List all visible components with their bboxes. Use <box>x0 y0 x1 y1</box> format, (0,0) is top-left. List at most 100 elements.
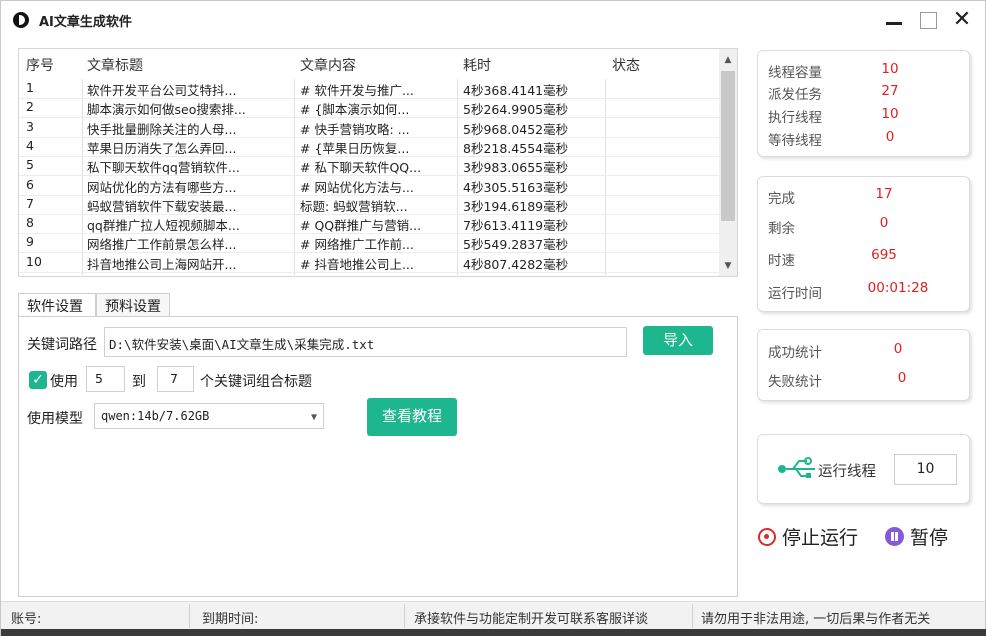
cell-time: 5秒968.0452毫秒 <box>463 121 569 137</box>
table-row[interactable]: 2 脚本演示如何做seo搜索排... # {脚本演示如何... 5秒264.9905毫… <box>19 98 719 119</box>
tab-software-settings[interactable]: 软件设置 <box>18 293 96 317</box>
cell-time: 5秒264.9905毫秒 <box>463 102 569 118</box>
cell-content: # 私下聊天软件QQ... <box>300 160 422 176</box>
progress-stats-card: 完成 17 剩余 0 时速 695 运行时间 00:01:28 <box>757 176 970 312</box>
cell-content: # 抖音地推公司上... <box>300 256 414 272</box>
wait-label: 等待线程 <box>768 133 822 149</box>
combo-title-label: 个关键词组合标题 <box>200 374 312 390</box>
header-time[interactable]: 耗时 <box>463 55 491 75</box>
taskbar-strip <box>1 629 986 636</box>
pause-button[interactable]: 暂停 <box>885 523 948 550</box>
dispatch-label: 派发任务 <box>768 87 822 103</box>
scroll-up-icon[interactable]: ▲ <box>723 55 733 65</box>
close-button[interactable]: ✕ <box>949 7 975 33</box>
header-content[interactable]: 文章内容 <box>300 55 356 75</box>
cell-no: 10 <box>26 253 42 269</box>
cell-title: 私下聊天软件qq营销软件... <box>87 160 240 176</box>
table-row[interactable]: 6 网站优化的方法有哪些方... # 网站优化方法与... 4秒305.5163毫秒 <box>19 176 719 196</box>
app-logo-icon <box>13 12 29 28</box>
cell-content: # {苹果日历恢复... <box>300 140 410 156</box>
tab-prompt-settings[interactable]: 预料设置 <box>96 293 170 317</box>
done-value: 17 <box>875 186 893 202</box>
cell-content: 标题: 蚂蚁营销软... <box>300 198 408 214</box>
exec-label: 执行线程 <box>768 110 822 126</box>
cell-title: 网络推广工作前景怎么样... <box>87 237 237 253</box>
import-button[interactable]: 导入 <box>643 326 713 355</box>
done-label: 完成 <box>768 191 795 207</box>
max-keyword-input[interactable]: 7 <box>157 366 194 392</box>
view-tutorial-button[interactable]: 查看教程 <box>367 398 457 436</box>
cell-time: 8秒218.4554毫秒 <box>463 140 569 156</box>
custom-dev-notice: 承接软件与功能定制开发可联系客服详谈 <box>414 612 649 627</box>
success-value: 0 <box>893 341 903 357</box>
stop-button[interactable]: 停止运行 <box>758 523 858 550</box>
fail-label: 失败统计 <box>768 374 822 390</box>
cell-content: # 快手营销攻略: ... <box>300 121 410 137</box>
header-title[interactable]: 文章标题 <box>87 55 143 75</box>
cell-content: # QQ群推广与营销... <box>300 218 422 234</box>
table-row[interactable]: 9 网络推广工作前景怎么样... # 网络推广工作前... 5秒549.2837毫秒 <box>19 233 719 254</box>
status-bar: 账号: 到期时间: 承接软件与功能定制开发可联系客服详谈 请勿用于非法用途, 一… <box>1 601 985 629</box>
app-window: AI文章生成软件 ✕ 序号 文章标题 文章内容 耗时 状态 1 软件开发平台公司艾… <box>0 0 986 636</box>
run-threads-label: 运行线程 <box>818 464 876 480</box>
exec-value: 10 <box>881 106 899 122</box>
table-header: 序号 文章标题 文章内容 耗时 状态 <box>19 49 719 79</box>
results-table: 序号 文章标题 文章内容 耗时 状态 1 软件开发平台公司艾特抖... # 软件开发… <box>18 48 738 277</box>
cell-title: qq群推广拉人短视频脚本... <box>87 218 240 234</box>
cell-content: # 网站优化方法与... <box>300 179 414 195</box>
table-row[interactable]: 10 抖音地推公司上海网站开... # 抖音地推公司上... 4秒807.4282毫秒 <box>19 253 719 273</box>
header-status[interactable]: 状态 <box>612 55 640 75</box>
table-row[interactable]: 1 软件开发平台公司艾特抖... # 软件开发与推广... 4秒368.4141毫秒 <box>19 79 719 99</box>
table-row[interactable]: 4 苹果日历消失了怎么弄回... # {苹果日历恢复... 8秒218.4554毫秒 <box>19 137 719 157</box>
scroll-down-icon[interactable]: ▼ <box>723 261 733 271</box>
status-divider <box>692 604 693 628</box>
cell-time: 5秒549.2837毫秒 <box>463 237 569 253</box>
window-title: AI文章生成软件 <box>39 15 132 30</box>
status-divider <box>189 604 190 628</box>
chevron-down-icon: ▼ <box>310 412 317 423</box>
model-select[interactable]: qwen:14b/7.62GB ▼ <box>94 403 324 429</box>
cell-time: 4秒368.4141毫秒 <box>463 83 569 98</box>
cell-title: 快手批量删除关注的人母... <box>87 121 237 137</box>
maximize-button[interactable] <box>915 7 941 33</box>
cell-no: 9 <box>26 234 34 250</box>
stop-icon <box>758 528 776 546</box>
dispatch-value: 27 <box>881 83 899 99</box>
capacity-value: 10 <box>881 61 899 77</box>
remain-label: 剩余 <box>768 221 795 237</box>
cell-no: 8 <box>26 215 34 231</box>
capacity-label: 线程容量 <box>768 65 822 81</box>
keyword-path-input[interactable]: D:\软件安装\桌面\AI文章生成\采集完成.txt <box>104 327 627 357</box>
table-scrollbar[interactable]: ▲ ▼ <box>719 49 737 276</box>
cell-title: 抖音地推公司上海网站开... <box>87 256 237 272</box>
cell-no: 5 <box>26 157 34 173</box>
use-label: 使用 <box>50 374 78 390</box>
thread-stats-card: 线程容量 10 派发任务 27 执行线程 10 等待线程 0 <box>757 50 970 157</box>
header-no[interactable]: 序号 <box>26 55 54 75</box>
table-row[interactable]: 3 快手批量删除关注的人母... # 快手营销攻略: ... 5秒968.0452毫秒 <box>19 118 719 138</box>
stop-button-label: 停止运行 <box>782 527 859 549</box>
cell-no: 7 <box>26 195 34 211</box>
min-keyword-input[interactable]: 5 <box>86 366 125 392</box>
success-label: 成功统计 <box>768 345 822 361</box>
scroll-thumb[interactable] <box>721 71 735 221</box>
speed-value: 695 <box>871 247 897 263</box>
keyword-path-label: 关键词路径 <box>27 337 97 353</box>
table-row[interactable]: 7 蚂蚁营销软件下载安装最... 标题: 蚂蚁营销软... 3秒194.6189毫秒 <box>19 195 719 215</box>
cell-title: 软件开发平台公司艾特抖... <box>87 83 237 98</box>
use-combo-checkbox[interactable]: ✓ <box>29 371 47 389</box>
minimize-button[interactable] <box>881 7 907 33</box>
cell-content: # {脚本演示如何... <box>300 102 410 118</box>
cell-title: 脚本演示如何做seo搜索排... <box>87 102 246 118</box>
cell-time: 3秒983.0655毫秒 <box>463 160 569 176</box>
cell-no: 3 <box>26 118 34 134</box>
run-threads-input[interactable]: 10 <box>894 454 957 485</box>
speed-label: 时速 <box>768 253 795 269</box>
cell-content: # 网络推广工作前... <box>300 237 414 253</box>
table-row[interactable]: 8 qq群推广拉人短视频脚本... # QQ群推广与营销... 7秒613.4119毫… <box>19 214 719 235</box>
cell-no: 6 <box>26 176 34 192</box>
settings-panel <box>18 316 738 597</box>
legal-warning: 请勿用于非法用途, 一切后果与作者无关 <box>701 612 931 627</box>
cell-title: 苹果日历消失了怎么弄回... <box>87 140 237 156</box>
table-row[interactable]: 5 私下聊天软件qq营销软件... # 私下聊天软件QQ... 3秒983.0655毫… <box>19 156 719 177</box>
